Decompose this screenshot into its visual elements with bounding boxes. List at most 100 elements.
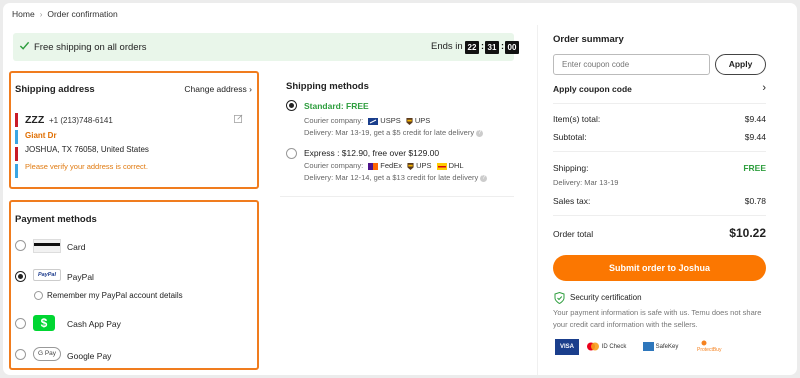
courier-usps: USPS (380, 116, 401, 125)
payment-label-paypal[interactable]: PayPal (67, 272, 94, 282)
recipient-phone: +1 (213)748-6141 (49, 116, 113, 125)
recipient-name: ZZZ (25, 114, 45, 126)
payment-radio-paypal[interactable] (15, 271, 26, 282)
courier-label: Courier company: (304, 116, 364, 125)
payment-radio-cashapp[interactable] (15, 318, 26, 329)
coupon-input[interactable] (553, 54, 710, 75)
id-check-badge: ID Check (586, 339, 634, 355)
sales-tax-value: $0.78 (744, 196, 766, 206)
items-total-value: $9.44 (744, 114, 766, 124)
credit-card-icon (33, 239, 61, 253)
sales-tax-label: Sales tax: (553, 196, 591, 206)
shipping-methods-title: Shipping methods (286, 81, 369, 92)
courier-ups: UPS (414, 116, 431, 125)
mastercard-icon (587, 342, 599, 351)
shipping-value: FREE (743, 163, 766, 173)
submit-order-button[interactable]: Submit order to Joshua (553, 255, 766, 281)
order-total-label: Order total (553, 229, 594, 239)
shipping-standard-delivery: Delivery: Mar 13-19, get a $5 credit for… (304, 128, 484, 137)
shipping-address-section: Shipping address Change address › ZZZ +1… (9, 71, 259, 189)
order-total-value: $10.22 (729, 226, 766, 240)
dhl-logo-icon (436, 162, 447, 170)
courier-dhl: DHL (448, 161, 464, 170)
breadcrumb-separator: › (39, 10, 43, 19)
courier-ups: UPS (416, 161, 432, 170)
timer-colon: : (501, 41, 504, 51)
breadcrumb-home[interactable]: Home (12, 9, 35, 19)
chevron-right-icon[interactable]: › (762, 82, 766, 94)
address-city: JOSHUA, TX 76058, United States (25, 145, 149, 154)
protectbuy-label: ProtectBuy (697, 347, 722, 353)
divider (280, 196, 514, 197)
paypal-icon: PayPal (33, 269, 61, 281)
google-pay-icon: G Pay (33, 347, 61, 361)
free-shipping-banner: Free shipping on all orders Ends in 22 :… (13, 33, 519, 61)
timer-seconds: 00 (505, 41, 519, 54)
ups-logo-icon (406, 117, 413, 125)
order-summary-title: Order summary (553, 34, 624, 45)
shipping-standard-couriers: Courier company: USPS UPS (304, 116, 430, 125)
standard-delivery-text: Delivery: Mar 13-19, get a $5 credit for… (304, 128, 475, 137)
timer-hours: 22 (465, 41, 479, 54)
subtotal-value: $9.44 (744, 132, 766, 142)
cash-app-icon: $ (33, 315, 55, 331)
protectbuy-badge: ProtectBuy (697, 339, 727, 355)
divider (553, 151, 766, 152)
address-street: Giant Dr (25, 131, 57, 140)
express-delivery-text: Delivery: Mar 12-14, get a $13 credit fo… (304, 173, 479, 182)
shipping-express-title[interactable]: Express : $12.90, free over $129.00 (304, 148, 439, 158)
edit-icon[interactable] (234, 114, 243, 123)
timer-minutes: 31 (485, 41, 499, 54)
payment-radio-card[interactable] (15, 240, 26, 251)
ups-logo-icon (407, 162, 414, 170)
items-total-label: Item(s) total: (553, 114, 601, 124)
timer-colon: : (481, 41, 484, 51)
check-icon (19, 41, 30, 50)
shipping-standard-title[interactable]: Standard: FREE (304, 101, 369, 111)
safekey-badge: SafeKey (643, 339, 691, 355)
shipping-radio-standard[interactable] (286, 100, 297, 111)
id-check-label: ID Check (601, 344, 627, 350)
change-address-label: Change address (184, 84, 247, 94)
banner-text: Free shipping on all orders (34, 42, 147, 53)
shipping-delivery-date: Delivery: Mar 13-19 (553, 178, 619, 187)
shipping-express-delivery: Delivery: Mar 12-14, get a $13 credit fo… (304, 173, 488, 182)
fedex-logo-icon (368, 162, 379, 170)
amex-icon (643, 341, 654, 351)
shipping-address-title: Shipping address (15, 84, 95, 95)
subtotal-label: Subtotal: (553, 132, 587, 142)
breadcrumb: Home › Order confirmation (12, 9, 118, 19)
shipping-radio-express[interactable] (286, 148, 297, 159)
divider (553, 215, 766, 216)
column-divider (537, 25, 538, 375)
security-text: Your payment information is safe with us… (553, 308, 762, 329)
help-icon[interactable]: ? (476, 129, 484, 137)
payment-label-googlepay[interactable]: Google Pay (67, 351, 111, 361)
payment-label-cashapp[interactable]: Cash App Pay (67, 319, 121, 329)
payment-radio-googlepay[interactable] (15, 349, 26, 360)
divider (553, 103, 766, 104)
payment-label-card[interactable]: Card (67, 242, 85, 252)
checkout-page: Home › Order confirmation Free shipping on… (3, 3, 797, 375)
chevron-right-icon: › (249, 84, 252, 94)
shipping-express-couriers: Courier company: FedEx UPS DHL (304, 161, 464, 170)
remember-paypal-checkbox[interactable] (34, 291, 43, 300)
remember-paypal-label[interactable]: Remember my PayPal account details (47, 291, 183, 300)
usps-logo-icon (368, 117, 379, 125)
safekey-label: SafeKey (655, 344, 679, 350)
help-icon[interactable]: ? (480, 174, 488, 182)
countdown-label: Ends in (431, 41, 463, 52)
discover-icon (701, 340, 707, 346)
shield-check-icon (554, 292, 565, 304)
apply-coupon-button[interactable]: Apply (715, 54, 766, 75)
shipping-label: Shipping: (553, 163, 589, 173)
airmail-stripe-icon (15, 113, 18, 178)
breadcrumb-current: Order confirmation (47, 9, 118, 19)
courier-fedex: FedEx (380, 161, 402, 170)
courier-label: Courier company: (304, 161, 364, 170)
payment-methods-section: Payment methods Card PayPal PayPal Remem… (9, 200, 259, 370)
apply-coupon-link[interactable]: Apply coupon code (553, 84, 632, 94)
change-address-link[interactable]: Change address › (184, 84, 252, 94)
visa-badge: VISA (555, 339, 579, 355)
payment-methods-title: Payment methods (15, 214, 97, 225)
